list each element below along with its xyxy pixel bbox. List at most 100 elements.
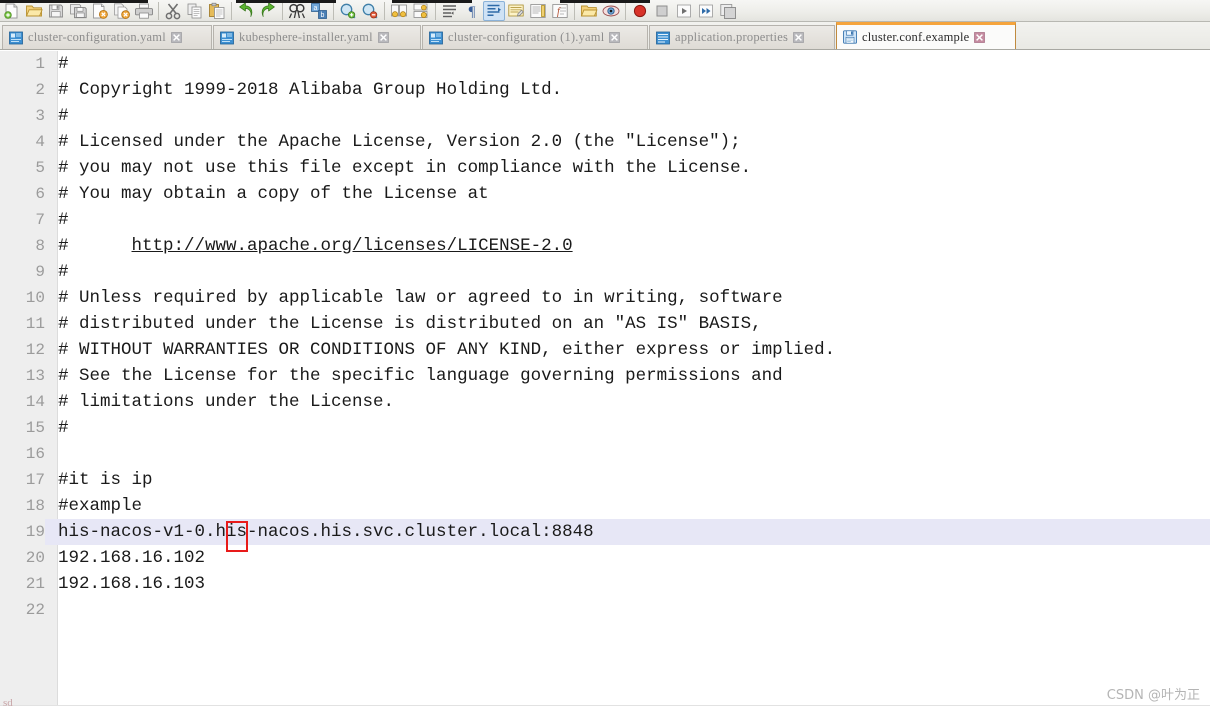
code-line[interactable]: 18 #example	[0, 493, 1210, 519]
toolbar-separator	[158, 1, 159, 20]
function-list-icon[interactable]: f	[549, 1, 571, 21]
tab-close-icon[interactable]	[377, 32, 389, 43]
code-line[interactable]: 11 # distributed under the License is di…	[0, 311, 1210, 337]
line-number: 10	[25, 289, 45, 307]
line-text: # Licensed under the Apache License, Ver…	[58, 132, 741, 152]
tab-label: kubesphere-installer.yaml	[239, 30, 373, 44]
code-line[interactable]: 5 # you may not use this file except in …	[0, 155, 1210, 181]
tab-close-icon[interactable]	[609, 32, 621, 43]
open-file-icon[interactable]	[23, 1, 45, 21]
toolbar-separator	[282, 1, 283, 20]
code-content[interactable]: 1 # 2 # Copyright 1999-2018 Alibaba Grou…	[0, 51, 1210, 711]
line-text: # Unless required by applicable law or a…	[58, 288, 783, 308]
line-number: 11	[25, 315, 45, 333]
line-text: #example	[58, 496, 143, 516]
line-text: # WITHOUT WARRANTIES OR CONDITIONS OF AN…	[58, 340, 836, 360]
sync-vertical-scroll-icon[interactable]	[388, 1, 410, 21]
code-line[interactable]: 1 #	[0, 51, 1210, 77]
code-line[interactable]: 15 #	[0, 415, 1210, 441]
code-line[interactable]: 9 #	[0, 259, 1210, 285]
code-line[interactable]: 16	[0, 441, 1210, 467]
code-line[interactable]: 4 # Licensed under the Apache License, V…	[0, 129, 1210, 155]
line-number: 20	[25, 549, 45, 567]
line-text: # Copyright 1999-2018 Alibaba Group Hold…	[58, 80, 563, 100]
code-line[interactable]: 17 #it is ip	[0, 467, 1210, 493]
tab-application-properties[interactable]: application.properties	[649, 25, 835, 49]
run-macro-multiple-icon[interactable]	[695, 1, 717, 21]
copy-icon[interactable]	[184, 1, 206, 21]
find-icon[interactable]	[286, 1, 308, 21]
code-line[interactable]: 7 #	[0, 207, 1210, 233]
line-number: 6	[35, 185, 45, 203]
show-all-characters-icon[interactable]: ¶	[461, 1, 483, 21]
line-number: 19	[0, 519, 45, 545]
code-line[interactable]: 20 192.168.16.102	[0, 545, 1210, 571]
word-wrap-icon[interactable]	[439, 1, 461, 21]
print-icon[interactable]	[133, 1, 155, 21]
code-line[interactable]: 13 # See the License for the specific la…	[0, 363, 1210, 389]
line-text: #it is ip	[58, 470, 153, 490]
save-icon[interactable]	[45, 1, 67, 21]
line-number: 22	[25, 601, 45, 619]
tab-cluster-conf-example[interactable]: cluster.conf.example	[836, 22, 1016, 49]
undo-icon[interactable]	[235, 1, 257, 21]
cut-icon[interactable]	[162, 1, 184, 21]
line-number: 5	[35, 159, 45, 177]
code-line[interactable]: 21 192.168.16.103	[0, 571, 1210, 597]
svg-text:a: a	[314, 4, 318, 11]
code-line[interactable]: 10 # Unless required by applicable law o…	[0, 285, 1210, 311]
line-text: # limitations under the License.	[58, 392, 395, 412]
code-line[interactable]: 22	[0, 597, 1210, 623]
tab-label: cluster.conf.example	[862, 29, 970, 44]
monitoring-icon[interactable]	[600, 1, 622, 21]
line-text: # http://www.apache.org/licenses/LICENSE…	[58, 233, 573, 259]
show-indent-guide-icon[interactable]	[483, 0, 505, 21]
line-number: 7	[35, 211, 45, 229]
document-map-icon[interactable]	[527, 1, 549, 21]
code-line-current[interactable]: 19 his-nacos-v1-0.his-nacos.his.svc.clus…	[0, 519, 1210, 545]
csdn-watermark: CSDN @叶为正	[1106, 688, 1200, 703]
stop-macro-icon[interactable]	[651, 1, 673, 21]
line-number: 4	[35, 133, 45, 151]
code-line[interactable]: 12 # WITHOUT WARRANTIES OR CONDITIONS OF…	[0, 337, 1210, 363]
tab-close-icon[interactable]	[171, 32, 182, 43]
save-macro-icon[interactable]	[717, 1, 739, 21]
record-macro-icon[interactable]	[629, 1, 651, 21]
tab-close-icon[interactable]	[793, 32, 804, 43]
zoom-out-icon[interactable]	[359, 1, 381, 21]
yaml-file-icon	[9, 31, 23, 45]
playback-macro-icon[interactable]	[673, 1, 695, 21]
user-defined-language-icon[interactable]	[505, 1, 527, 21]
line-number: 17	[25, 471, 45, 489]
zoom-in-icon[interactable]	[337, 1, 359, 21]
code-line[interactable]: 6 # You may obtain a copy of the License…	[0, 181, 1210, 207]
sync-horizontal-scroll-icon[interactable]	[410, 1, 432, 21]
line-text: his-nacos-v1-0.his-nacos.his.svc.cluster…	[58, 522, 594, 542]
folder-as-workspace-icon[interactable]	[578, 1, 600, 21]
tab-label: application.properties	[675, 30, 789, 44]
redo-icon[interactable]	[257, 1, 279, 21]
toolbar-separator	[574, 1, 575, 20]
close-icon[interactable]	[89, 1, 111, 21]
code-line[interactable]: 14 # limitations under the License.	[0, 389, 1210, 415]
line-text: # See the License for the specific langu…	[58, 366, 783, 386]
code-line[interactable]: 2 # Copyright 1999-2018 Alibaba Group Ho…	[0, 77, 1210, 103]
toolbar-separator	[384, 1, 385, 20]
tab-close-icon[interactable]	[974, 31, 986, 43]
paste-icon[interactable]	[206, 1, 228, 21]
code-line[interactable]: 8 # http://www.apache.org/licenses/LICEN…	[0, 233, 1210, 259]
tab-kubesphere-installer-yaml[interactable]: kubesphere-installer.yaml	[213, 25, 421, 49]
toolbar-top-shadow	[560, 0, 650, 3]
close-all-icon[interactable]	[111, 1, 133, 21]
tab-cluster-configuration-yaml[interactable]: cluster-configuration.yaml	[2, 25, 212, 49]
replace-icon[interactable]: a b	[308, 1, 330, 21]
line-number: 16	[25, 445, 45, 463]
tab-cluster-configuration-1-yaml[interactable]: cluster-configuration (1).yaml	[422, 25, 648, 49]
line-text: 192.168.16.103	[58, 574, 206, 594]
license-url-link[interactable]: http://www.apache.org/licenses/LICENSE-2…	[132, 236, 573, 256]
new-file-icon[interactable]	[1, 1, 23, 21]
line-text: 192.168.16.102	[58, 548, 206, 568]
editor-area[interactable]: 1 # 2 # Copyright 1999-2018 Alibaba Grou…	[0, 51, 1210, 711]
save-all-icon[interactable]	[67, 1, 89, 21]
code-line[interactable]: 3 #	[0, 103, 1210, 129]
